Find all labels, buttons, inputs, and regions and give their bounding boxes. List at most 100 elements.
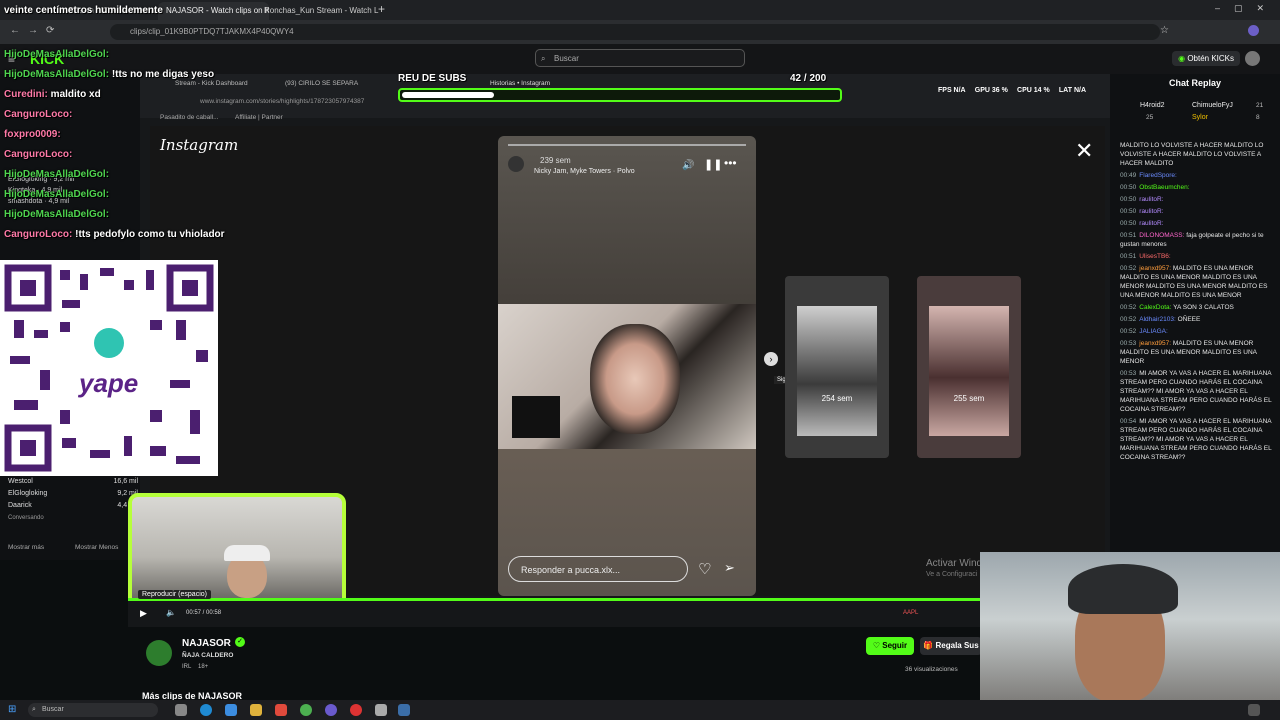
close-icon[interactable]: ✕	[1075, 138, 1093, 164]
browser-tab-active[interactable]: NAJASOR - Watch clips on Kick	[158, 2, 269, 20]
show-more-link[interactable]: Mostrar más	[8, 544, 44, 551]
chat-top-user: ChimueloFyJ	[1192, 102, 1233, 109]
streamer-webcam	[980, 552, 1280, 720]
heart-icon[interactable]: ♡	[698, 560, 711, 578]
overlay-chat-user: HijoDeMasAllaDelGol:	[4, 49, 110, 60]
overlay-chat-line: veinte centímetros humildemente	[4, 5, 163, 16]
preview-image	[797, 306, 877, 436]
show-less-link[interactable]: Mostrar Menos	[75, 544, 118, 551]
mail-icon[interactable]	[225, 704, 237, 716]
preview-time: 255 sem	[953, 394, 985, 403]
reply-input[interactable]: Responder a pucca.xlx...	[508, 556, 688, 582]
story-music: Nicky Jam, Myke Towers · Polvo	[534, 168, 635, 175]
pause-icon[interactable]: ❚❚	[704, 158, 722, 171]
nav-buttons[interactable]: ←→⟳	[10, 25, 62, 36]
sidebar-bottom-list: Westcol 16,6 mil ElGlogloking 9,2 mil Da…	[8, 476, 138, 524]
overlay-chat-user: CanguroLoco:	[4, 149, 73, 160]
chat-user[interactable]: ObstBaeumchen:	[1139, 184, 1189, 191]
channel-avatar[interactable]	[146, 640, 172, 666]
chat-message: 00:52 Aldhair2103: OÑEEE	[1120, 315, 1272, 324]
chat-message-text: MI AMOR YA VAS A HACER EL MARIHUANA STRE…	[1120, 418, 1272, 461]
chat-top-score: 21	[1256, 102, 1264, 109]
task-view-icon[interactable]	[175, 704, 187, 716]
inner-bookmark: Affiliate | Partner	[235, 114, 283, 121]
get-kicks-button[interactable]: ◉ Obtén KICKs	[1172, 51, 1240, 66]
chat-top-user: Sylor	[1192, 114, 1208, 121]
chat-user[interactable]: jeanxd957:	[1139, 340, 1171, 347]
user-avatar[interactable]	[1245, 51, 1260, 66]
story-photo-subject	[590, 324, 680, 434]
more-icon[interactable]: •••	[724, 156, 737, 170]
fps-stat: FPS N/A	[938, 87, 966, 94]
overlay-chat-list: HijoDeMasAllaDelGol: HijoDeMasAllaDelGol…	[4, 45, 225, 245]
gpu-stat: GPU 36 %	[974, 87, 1008, 94]
url-field[interactable]: clips/clip_01K9B0PTDQ7TJAKMX4P40QWY4	[110, 24, 1160, 40]
chat-time: 00:53	[1120, 340, 1137, 347]
overlay-chat: veinte centímetros humildemente	[4, 5, 163, 16]
story-preview[interactable]: 255 sem	[917, 276, 1021, 458]
notification-icon[interactable]	[1248, 704, 1260, 716]
overlay-chat-user: HijoDeMasAllaDelGol:	[4, 169, 110, 180]
windows-icon[interactable]: ⊞	[8, 704, 16, 715]
channel-name[interactable]: NAJASOR	[182, 638, 231, 649]
edge-icon[interactable]	[200, 704, 212, 716]
mute-icon[interactable]: 🔊	[682, 160, 694, 171]
chat-user[interactable]: JALIAGA:	[1139, 328, 1168, 335]
browser-tab[interactable]: Ronchas_Kun Stream - Watch L	[256, 2, 382, 20]
search-icon: ⌕	[541, 54, 546, 63]
time-display: 00:57 / 00:58	[186, 610, 222, 616]
channel-tag[interactable]: 18+	[198, 664, 208, 670]
preview-time: 254 sem	[821, 394, 853, 403]
app-icon[interactable]	[275, 704, 287, 716]
chat-message-text: MALDITO LO VOLVISTE A HACER MALDITO LO V…	[1120, 142, 1264, 167]
obs-icon[interactable]	[325, 704, 337, 716]
story-time: 239 sem	[540, 156, 571, 165]
app-icon[interactable]	[350, 704, 362, 716]
sidebar-item[interactable]: Westcol 16,6 mil	[8, 476, 138, 488]
channel-category[interactable]: ÑAJA CALDERO	[182, 652, 233, 659]
chat-message: 00:50 raulitoR:	[1120, 195, 1272, 204]
sidebar-item[interactable]: Daarick 4,4 mil	[8, 500, 138, 512]
follow-button[interactable]: ♡ Seguir	[866, 637, 914, 655]
new-tab-icon[interactable]: +	[378, 2, 385, 16]
chat-user[interactable]: raulitoR:	[1139, 208, 1163, 215]
chevron-right-icon[interactable]: ›	[764, 352, 778, 366]
chat-user[interactable]: FlaredSpore:	[1139, 172, 1177, 179]
sidebar-item-name: Daarick	[8, 502, 32, 509]
taskbar-search[interactable]: ⌕ Buscar	[28, 703, 158, 717]
yape-qr-code: yape	[0, 260, 218, 476]
app-icon[interactable]	[375, 704, 387, 716]
chat-user[interactable]: jeanxd957:	[1139, 265, 1171, 272]
chat-message: 00:49 FlaredSpore:	[1120, 171, 1272, 180]
chat-user[interactable]: UlisesTB6:	[1139, 253, 1170, 260]
profile-icon[interactable]	[1248, 25, 1259, 36]
volume-icon[interactable]: 🔈	[166, 608, 176, 617]
window-controls[interactable]: –▢✕	[1215, 3, 1278, 14]
story-avatar[interactable]	[508, 156, 524, 172]
sidebar-item[interactable]: ElGlogloking 9,2 mil	[8, 488, 138, 500]
chat-user[interactable]: DILONOMASS:	[1139, 232, 1184, 239]
story-main[interactable]: 239 sem Nicky Jam, Myke Towers · Polvo 🔊…	[498, 136, 756, 596]
chat-message: 00:50 raulitoR:	[1120, 219, 1272, 228]
search-input[interactable]: ⌕ Buscar	[535, 49, 745, 67]
gift-button-label: Regala Sus	[935, 641, 979, 650]
chrome-icon[interactable]	[300, 704, 312, 716]
browser-tab-strip: Stream - Kick Dashboard NAJASOR - Watch …	[0, 0, 1280, 20]
story-preview[interactable]: 254 sem	[785, 276, 889, 458]
chat-user[interactable]: raulitoR:	[1139, 220, 1163, 227]
chat-time: 00:52	[1120, 265, 1137, 272]
player-controls: ▶ 🔈 00:57 / 00:58 AAPL	[128, 601, 983, 627]
app-icon[interactable]	[398, 704, 410, 716]
chat-user[interactable]: CalexDota:	[1139, 304, 1171, 311]
send-icon[interactable]: ➢	[724, 560, 735, 576]
star-icon[interactable]: ☆	[1160, 25, 1169, 36]
folder-icon[interactable]	[250, 704, 262, 716]
channel-tag[interactable]: IRL	[182, 664, 191, 670]
chat-message-text: OÑEEE	[1177, 316, 1201, 323]
gift-subs-button[interactable]: 🎁 Regala Sus	[920, 637, 982, 655]
chat-user[interactable]: Aldhair2103:	[1139, 316, 1176, 323]
play-icon[interactable]: ▶	[140, 608, 147, 619]
chat-user[interactable]: raulitoR:	[1139, 196, 1163, 203]
chat-replay-list: MALDITO LO VOLVISTE A HACER MALDITO LO V…	[1120, 141, 1272, 465]
chat-message: 00:51 DILONOMASS: faja golpeate el pecho …	[1120, 231, 1272, 249]
